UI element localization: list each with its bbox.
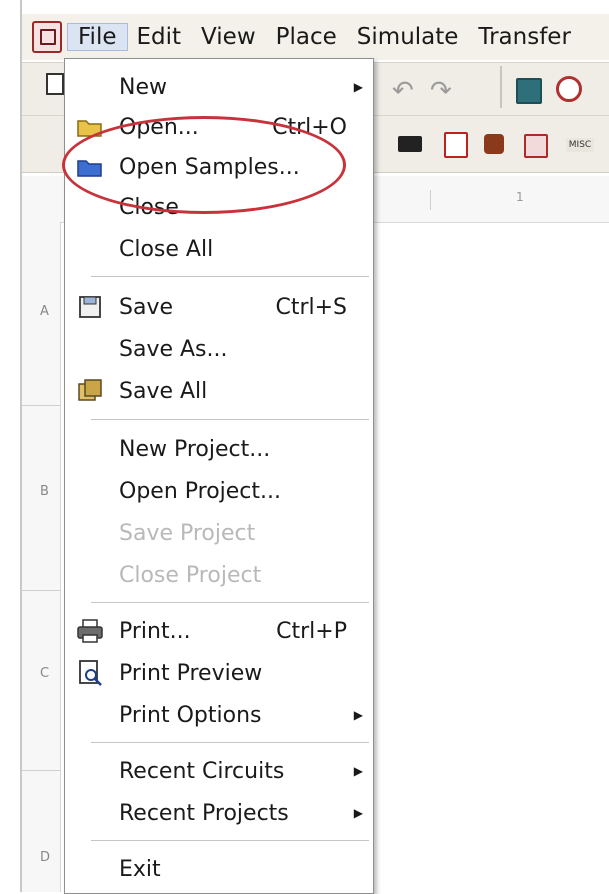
menu-item-label: Print Preview (119, 660, 263, 686)
menu-item-label: Save All (119, 378, 208, 404)
menu-item-label: Close All (119, 236, 214, 262)
menu-item-exit[interactable]: Exit (65, 849, 373, 889)
submenu-arrow-icon: ▶ (353, 708, 363, 722)
menu-item-label: Open... (119, 114, 199, 140)
ruler-tick (430, 190, 431, 210)
ruler-row-divider (22, 770, 60, 771)
menu-item-label: Recent Circuits (119, 758, 285, 784)
file-menu-dropdown: New ▶ Open... Ctrl+O Open Samples... Clo… (64, 58, 374, 894)
component-view-icon[interactable] (516, 78, 542, 104)
ruler-left (22, 222, 61, 892)
analog-icon[interactable] (484, 134, 504, 154)
menu-separator (91, 742, 369, 743)
menu-item-label: Open Project... (119, 478, 282, 504)
menu-separator (91, 840, 369, 841)
menu-item-print-preview[interactable]: Print Preview (65, 653, 373, 693)
misc-icon[interactable]: MISC (566, 138, 594, 152)
menu-edit[interactable]: Edit (127, 24, 192, 50)
menu-separator (91, 276, 369, 277)
ruler-row-label: C (40, 666, 50, 681)
menu-separator (91, 602, 369, 603)
menu-item-save-as[interactable]: Save As... (65, 329, 373, 369)
menu-item-label: Print... (119, 618, 191, 644)
source-icon[interactable] (444, 132, 468, 158)
ruler-row-divider (22, 405, 60, 406)
save-icon (79, 296, 101, 318)
open-samples-icon (77, 160, 102, 177)
menu-item-shortcut: Ctrl+P (276, 618, 347, 644)
menu-item-label: New Project... (119, 436, 271, 462)
menu-item-recent-circuits[interactable]: Recent Circuits ▶ (65, 751, 373, 791)
menu-simulate[interactable]: Simulate (347, 24, 469, 50)
undo-icon[interactable]: ↶ (392, 76, 414, 106)
print-preview-icon (79, 660, 102, 686)
menu-item-label: Save As... (119, 336, 228, 362)
open-folder-icon (77, 120, 102, 137)
ruler-row-label: A (40, 304, 49, 319)
redo-icon[interactable]: ↷ (430, 76, 452, 106)
ruler-row-divider (22, 590, 60, 591)
menu-item-save[interactable]: Save Ctrl+S (65, 287, 373, 327)
menu-item-save-project: Save Project (65, 513, 373, 553)
menu-item-label: Close Project (119, 562, 262, 588)
ruler-column-label: 1 (516, 190, 524, 204)
menu-item-print[interactable]: Print... Ctrl+P (65, 611, 373, 651)
menu-item-new-project[interactable]: New Project... (65, 429, 373, 469)
submenu-arrow-icon: ▶ (353, 806, 363, 820)
menu-item-close-project: Close Project (65, 555, 373, 595)
menu-item-label: Save Project (119, 520, 256, 546)
submenu-arrow-icon: ▶ (353, 80, 363, 94)
menu-item-save-all[interactable]: Save All (65, 371, 373, 411)
submenu-arrow-icon: ▶ (353, 764, 363, 778)
printer-icon (77, 619, 103, 643)
menu-item-print-options[interactable]: Print Options ▶ (65, 695, 373, 735)
menu-item-label: Save (119, 294, 174, 320)
menu-item-close[interactable]: Close (65, 187, 373, 227)
menu-item-label: Open Samples... (119, 154, 300, 180)
menu-item-recent-projects[interactable]: Recent Projects ▶ (65, 793, 373, 833)
menu-bar: File Edit View Place Simulate Transfer (22, 14, 609, 60)
menu-separator (91, 419, 369, 420)
menu-item-open[interactable]: Open... Ctrl+O (65, 107, 373, 147)
ruler-row-label: B (40, 484, 49, 499)
app-logo-icon (32, 21, 62, 53)
menu-view[interactable]: View (191, 24, 266, 50)
new-document-icon[interactable] (46, 73, 64, 95)
ruler-row-label: D (40, 850, 51, 865)
toolbar-separator (500, 66, 502, 108)
menu-item-open-project[interactable]: Open Project... (65, 471, 373, 511)
menu-file[interactable]: File (67, 23, 128, 51)
menu-item-label: Recent Projects (119, 800, 289, 826)
logic-icon[interactable] (524, 134, 548, 158)
menu-item-close-all[interactable]: Close All (65, 229, 373, 269)
menu-item-new[interactable]: New ▶ (65, 67, 373, 107)
menu-item-label: Print Options (119, 702, 262, 728)
menu-item-shortcut: Ctrl+S (275, 294, 347, 320)
save-all-icon (78, 379, 102, 401)
menu-item-shortcut: Ctrl+O (272, 114, 347, 140)
menu-item-open-samples[interactable]: Open Samples... (65, 147, 373, 187)
menu-item-label: New (119, 74, 167, 100)
instrument-icon[interactable] (398, 136, 422, 152)
zoom-icon[interactable] (556, 76, 582, 102)
menu-item-label: Close (119, 194, 179, 220)
menu-transfer[interactable]: Transfer (468, 24, 580, 50)
menu-item-label: Exit (119, 856, 161, 882)
menu-place[interactable]: Place (266, 24, 347, 50)
